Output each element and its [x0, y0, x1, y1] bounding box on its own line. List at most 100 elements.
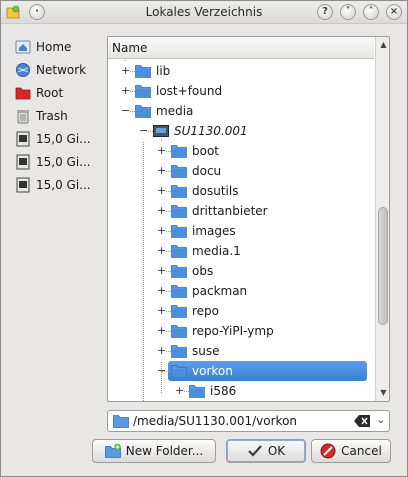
close-button[interactable]: ×	[386, 4, 402, 20]
expand-icon[interactable]: +	[121, 81, 130, 101]
expand-icon[interactable]: +	[157, 221, 166, 241]
folder-icon	[171, 245, 187, 258]
expand-icon[interactable]: +	[157, 281, 166, 301]
place-drive-1[interactable]: 15,0 Gi...	[15, 127, 105, 150]
chevron-down-icon[interactable]: ⌄	[374, 413, 388, 429]
tree-row-label: media	[156, 104, 194, 118]
tree-row[interactable]: + docu	[108, 161, 374, 181]
directory-tree[interactable]: Name + lib + lost+found − media − SU1130.001 + bo…	[107, 36, 390, 402]
place-trash[interactable]: Trash	[15, 104, 105, 127]
folder-icon	[135, 65, 151, 78]
clear-text-icon[interactable]	[354, 415, 370, 427]
tree-row-label: repo	[192, 304, 220, 318]
expand-icon[interactable]: +	[175, 381, 184, 401]
tree-row-label: lib	[156, 64, 171, 78]
tree-row[interactable]: + i586	[108, 381, 374, 401]
tree-row[interactable]: + boot	[108, 141, 374, 161]
tree-row[interactable]: + packman	[108, 281, 374, 301]
folder-icon	[171, 165, 187, 178]
help-button[interactable]: ?	[317, 4, 333, 20]
vertical-scrollbar[interactable]: ▲ ▼	[375, 37, 389, 401]
cancel-label: Cancel	[341, 444, 382, 458]
folder-icon	[171, 325, 187, 338]
expand-icon[interactable]: +	[157, 341, 166, 361]
place-root[interactable]: Root	[15, 81, 105, 104]
path-input[interactable]	[133, 413, 353, 429]
place-label: 15,0 Gi...	[36, 131, 91, 146]
expand-icon[interactable]: +	[121, 61, 130, 81]
place-label: 15,0 Gi...	[36, 177, 91, 192]
tree-row[interactable]: + suse	[108, 341, 374, 361]
expand-icon[interactable]: +	[157, 301, 166, 321]
tree-row-label: i586	[210, 384, 237, 398]
title-bar[interactable]: · Lokales Verzeichnis ? ˅ ˄ ×	[1, 1, 407, 24]
folder-icon	[171, 205, 187, 218]
tree-row[interactable]: + dosutils	[108, 181, 374, 201]
tree-row-label: suse	[192, 344, 220, 358]
network-icon	[16, 62, 30, 77]
drive-icon	[153, 125, 169, 137]
home-icon	[15, 40, 31, 53]
tree-row[interactable]: + drittanbieter	[108, 201, 374, 221]
scroll-down-icon[interactable]: ▼	[376, 385, 389, 400]
maximize-button[interactable]: ˄	[363, 4, 379, 20]
scroll-up-icon[interactable]: ▲	[376, 37, 389, 52]
folder-icon	[171, 225, 187, 238]
new-folder-button[interactable]: New Folder...	[92, 439, 216, 463]
expand-icon[interactable]: +	[157, 241, 166, 261]
minimize-button[interactable]: ˅	[340, 4, 356, 20]
tree-row-label: boot	[192, 144, 220, 158]
tree-row-label: repo-YiPI-ymp	[192, 324, 274, 338]
expand-icon[interactable]: +	[157, 321, 166, 341]
tree-row-label: media.1	[192, 244, 241, 258]
place-drive-3[interactable]: 15,0 Gi...	[15, 173, 105, 196]
folder-icon	[135, 85, 151, 98]
trash-icon	[17, 109, 29, 123]
expand-icon[interactable]: +	[157, 141, 166, 161]
tree-row-label: vorkon	[192, 364, 233, 378]
ok-label: OK	[267, 444, 286, 458]
column-header-name[interactable]: Name	[108, 37, 374, 59]
cancel-button[interactable]: Cancel	[311, 439, 391, 463]
checkmark-icon	[248, 445, 262, 457]
folder-icon	[171, 305, 187, 318]
tree-row-label: drittanbieter	[192, 204, 268, 218]
tree-row[interactable]: − SU1130.001	[108, 121, 374, 141]
tree-row[interactable]: + images	[108, 221, 374, 241]
expand-icon[interactable]: +	[157, 261, 166, 281]
path-combobox[interactable]: ⌄	[107, 410, 390, 432]
place-label: 15,0 Gi...	[36, 154, 91, 169]
tree-row-label: lost+found	[156, 84, 223, 98]
collapse-icon[interactable]: −	[121, 101, 130, 121]
scrollbar-thumb[interactable]	[378, 207, 388, 325]
ok-button[interactable]: OK	[226, 439, 306, 463]
folder-icon	[113, 415, 129, 428]
expand-icon[interactable]: +	[157, 181, 166, 201]
place-drive-2[interactable]: 15,0 Gi...	[15, 150, 105, 173]
tree-row[interactable]: + lost+found	[108, 81, 374, 101]
places-panel: Home Network Root Trash 15,0 Gi... 15,0 …	[15, 35, 105, 196]
place-label: Network	[36, 62, 87, 77]
folder-icon	[171, 345, 187, 358]
tree-row-label: obs	[192, 264, 214, 278]
tree-row[interactable]: + repo-YiPI-ymp	[108, 321, 374, 341]
place-home[interactable]: Home	[15, 35, 105, 58]
tree-row-label: dosutils	[192, 184, 239, 198]
expand-icon[interactable]: +	[157, 161, 166, 181]
dialog-window: · Lokales Verzeichnis ? ˅ ˄ × Home Netwo…	[0, 0, 408, 477]
tree-row[interactable]: + media.1	[108, 241, 374, 261]
collapse-icon[interactable]: −	[157, 361, 166, 381]
tree-row[interactable]: − vorkon	[108, 361, 374, 381]
folder-icon	[171, 185, 187, 198]
new-folder-icon	[104, 443, 121, 458]
expand-icon[interactable]: +	[157, 201, 166, 221]
tree-row[interactable]: + lib	[108, 61, 374, 81]
collapse-icon[interactable]: −	[139, 121, 148, 141]
place-label: Trash	[36, 108, 68, 123]
folder-icon	[171, 285, 187, 298]
tree-row[interactable]: + repo	[108, 301, 374, 321]
tree-row[interactable]: − media	[108, 101, 374, 121]
place-network[interactable]: Network	[15, 58, 105, 81]
tree-row[interactable]: + obs	[108, 261, 374, 281]
root-folder-icon	[15, 87, 31, 99]
